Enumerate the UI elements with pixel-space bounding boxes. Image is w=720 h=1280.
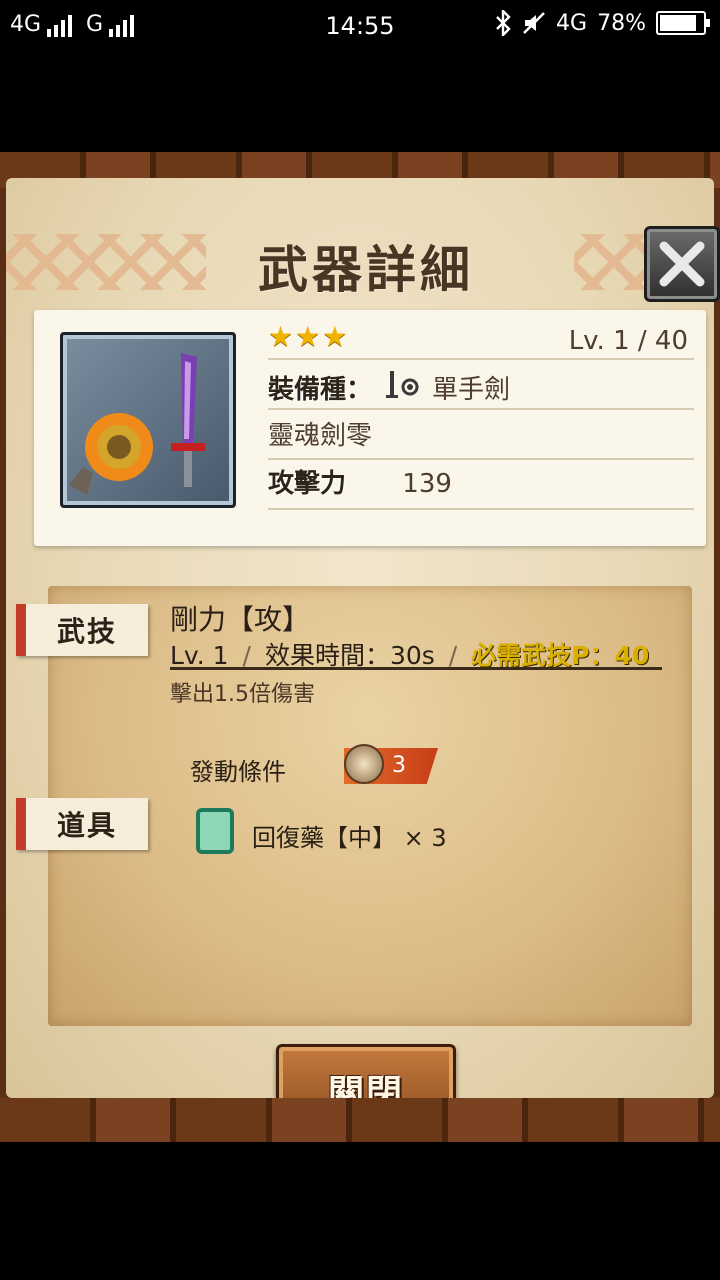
rarity-stars: ★★★	[268, 320, 350, 353]
one-handed-sword-icon	[386, 371, 419, 398]
item-text: 回復藥【中】 × 3	[252, 824, 447, 852]
parchment-panel: 武器詳細 ★★★ Lv. 1 / 40 裝備種： 單手劍 靈魂劍零 攻擊力 13…	[6, 178, 720, 1136]
skill-required-points: 必需武技P：40	[471, 641, 650, 670]
equip-type: 單手劍	[432, 374, 511, 405]
stone-icon	[344, 744, 384, 784]
skill-duration: 效果時間：30s	[264, 641, 435, 670]
close-icon-button[interactable]	[644, 226, 720, 302]
rarity-row: ★★★ Lv. 1 / 40	[268, 320, 694, 360]
network-label-4g-right: 4G	[556, 10, 588, 36]
skill-description: 擊出1.5倍傷害	[170, 682, 315, 707]
skill-name: 剛力【攻】	[170, 603, 311, 636]
frame-bottom-planks	[0, 1098, 720, 1142]
potion-icon	[196, 808, 234, 854]
weapon-detail-dialog: 武器詳細 ★★★ Lv. 1 / 40 裝備種： 單手劍 靈魂劍零 攻擊力 13…	[0, 152, 720, 1142]
skill-tag: 武技	[16, 604, 148, 656]
status-bar: 4G G 14:55 4G 78%	[0, 0, 720, 52]
condition-label: 發動條件	[190, 758, 286, 786]
attack-row: 攻擊力 139	[268, 462, 694, 510]
mute-icon	[523, 12, 545, 34]
attack-label: 攻擊力	[268, 469, 347, 499]
dialog-title: 武器詳細	[258, 240, 474, 299]
battery-percent: 78%	[597, 10, 646, 36]
weapon-info-card: ★★★ Lv. 1 / 40 裝備種： 單手劍 靈魂劍零 攻擊力 139	[34, 310, 706, 546]
battery-icon	[656, 11, 710, 35]
weapon-name-row: 靈魂劍零	[268, 416, 694, 460]
weapon-name: 靈魂劍零	[268, 421, 373, 451]
weapon-thumbnail[interactable]	[60, 332, 236, 508]
item-tag: 道具	[16, 798, 148, 850]
bluetooth-icon	[496, 10, 511, 36]
weapon-sword-icon	[69, 353, 205, 495]
close-icon	[659, 241, 705, 287]
equip-label: 裝備種：	[268, 374, 373, 405]
skill-meta: Lv. 1 / 效果時間：30s / 必需武技P：40	[170, 636, 662, 670]
attack-value: 139	[402, 469, 452, 499]
weapon-level: Lv. 1 / 40	[568, 326, 688, 356]
status-right: 4G 78%	[494, 10, 710, 36]
equip-row: 裝備種： 單手劍	[268, 366, 694, 410]
skill-level: Lv. 1	[170, 641, 229, 670]
